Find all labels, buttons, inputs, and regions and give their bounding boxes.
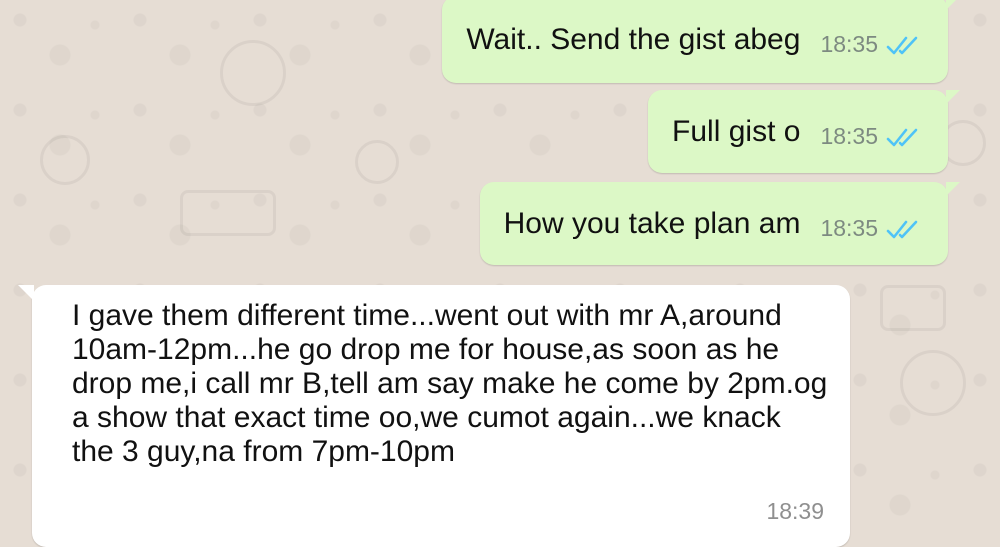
message-meta: 18:35: [820, 215, 922, 242]
message-meta: 18:35: [820, 31, 922, 58]
message-text: How you take plan am: [503, 206, 801, 240]
message-time: 18:35: [820, 215, 878, 241]
message-text: I gave them different time...went out wi…: [72, 299, 828, 468]
message-text: Wait.. Send the gist abeg: [466, 22, 801, 56]
wallpaper-doodle: [220, 40, 286, 106]
double-check-read-icon: [886, 128, 918, 146]
wallpaper-doodle: [880, 285, 946, 331]
double-check-read-icon: [886, 36, 918, 54]
message-time: 18:39: [766, 498, 824, 524]
wallpaper-doodle: [40, 135, 90, 185]
incoming-message[interactable]: I gave them different time...went out wi…: [18, 285, 850, 547]
outgoing-message[interactable]: Wait.. Send the gist abeg 18:35: [442, 0, 960, 83]
wallpaper-doodle: [900, 350, 966, 416]
message-time: 18:35: [820, 31, 878, 57]
outgoing-message[interactable]: How you take plan am 18:35: [479, 182, 961, 265]
message-text: Full gist o: [672, 114, 801, 148]
message-meta: 18:35: [820, 123, 922, 150]
wallpaper-doodle: [180, 190, 276, 236]
outgoing-message[interactable]: Full gist o 18:35: [648, 90, 960, 173]
message-time: 18:35: [820, 123, 878, 149]
wallpaper-doodle: [355, 140, 399, 184]
double-check-read-icon: [886, 220, 918, 238]
